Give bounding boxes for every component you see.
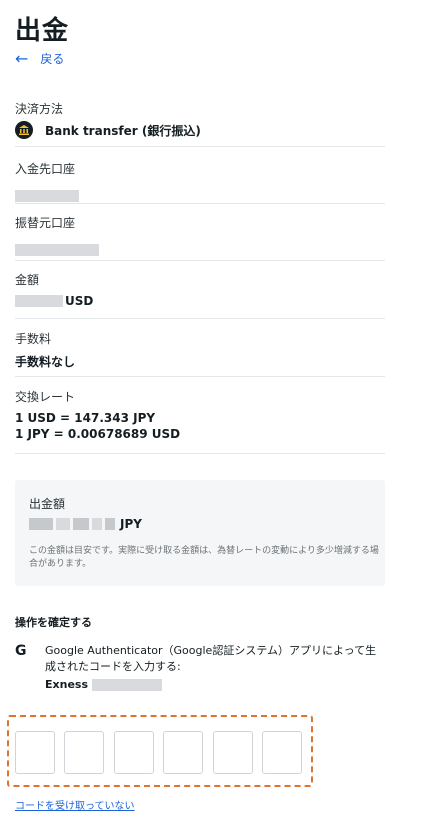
payment-method-section: 決済方法 Bank transfer (銀行振込) bbox=[15, 100, 385, 139]
code-digit-input[interactable] bbox=[213, 731, 253, 774]
redacted-value bbox=[15, 189, 79, 202]
back-label: 戻る bbox=[40, 52, 65, 66]
redacted-value bbox=[15, 243, 99, 256]
amount-currency: USD bbox=[65, 294, 94, 308]
arrow-left-icon: ← bbox=[15, 48, 29, 68]
code-digit-input[interactable] bbox=[64, 731, 104, 774]
divider bbox=[15, 453, 385, 454]
amount-section: 金額 USD bbox=[15, 271, 385, 308]
code-digit-input[interactable] bbox=[262, 731, 302, 774]
code-digit-input[interactable] bbox=[163, 731, 203, 774]
exchange-rate-section: 交換レート 1 USD = 147.343 JPY 1 JPY = 0.0067… bbox=[15, 388, 385, 441]
withdrawal-note: この金額は目安です。実際に受け取る金額は、為替レートの変動により多少増減する場合… bbox=[29, 546, 379, 569]
fee-value: 手数料なし bbox=[15, 355, 76, 369]
code-digit-input[interactable] bbox=[15, 731, 55, 774]
divider bbox=[15, 260, 385, 261]
exchange-rate-line1: 1 USD = 147.343 JPY bbox=[15, 411, 156, 425]
source-account-section: 振替元口座 bbox=[15, 214, 385, 258]
deposit-account-section: 入金先口座 bbox=[15, 160, 385, 204]
exchange-rate-line2: 1 JPY = 0.00678689 USD bbox=[15, 427, 181, 441]
google-icon: G bbox=[15, 643, 27, 659]
back-link[interactable]: ← 戻る bbox=[15, 50, 64, 67]
no-code-link[interactable]: コードを受け取っていない bbox=[15, 797, 135, 812]
bank-icon bbox=[15, 121, 33, 139]
withdrawal-currency: JPY bbox=[120, 517, 142, 531]
redacted-value bbox=[73, 518, 89, 530]
confirm-title: 操作を確定する bbox=[15, 616, 92, 629]
authenticator-instruction: G Google Authenticator（Google認証システム）アプリに… bbox=[15, 643, 395, 693]
redacted-value bbox=[15, 295, 63, 307]
fee-section: 手数料 手数料なし bbox=[15, 330, 385, 370]
redacted-value bbox=[105, 518, 115, 530]
redacted-value bbox=[56, 518, 70, 530]
payment-method-value: Bank transfer (銀行振込) bbox=[45, 123, 201, 138]
withdrawal-amount-label: 出金額 bbox=[29, 497, 66, 511]
fee-label: 手数料 bbox=[15, 332, 52, 346]
payment-method-label: 決済方法 bbox=[15, 102, 64, 116]
divider bbox=[15, 376, 385, 377]
divider bbox=[15, 318, 385, 319]
divider bbox=[15, 203, 385, 204]
redacted-value bbox=[29, 518, 53, 530]
code-input-group bbox=[7, 715, 313, 787]
redacted-value bbox=[92, 518, 102, 530]
redacted-value bbox=[92, 679, 162, 691]
authenticator-account: Exness bbox=[45, 677, 385, 693]
account-prefix: Exness bbox=[45, 678, 88, 691]
source-account-label: 振替元口座 bbox=[15, 216, 76, 230]
page-title: 出金 bbox=[15, 16, 70, 46]
code-digit-input[interactable] bbox=[114, 731, 154, 774]
authenticator-instruction-text: Google Authenticator（Google認証システム）アプリによっ… bbox=[45, 644, 377, 673]
deposit-account-label: 入金先口座 bbox=[15, 162, 76, 176]
withdrawal-summary-card: 出金額 JPY この金額は目安です。実際に受け取る金額は、為替レートの変動により… bbox=[15, 480, 385, 586]
exchange-rate-label: 交換レート bbox=[15, 390, 76, 404]
amount-label: 金額 bbox=[15, 273, 40, 287]
divider bbox=[15, 146, 385, 147]
